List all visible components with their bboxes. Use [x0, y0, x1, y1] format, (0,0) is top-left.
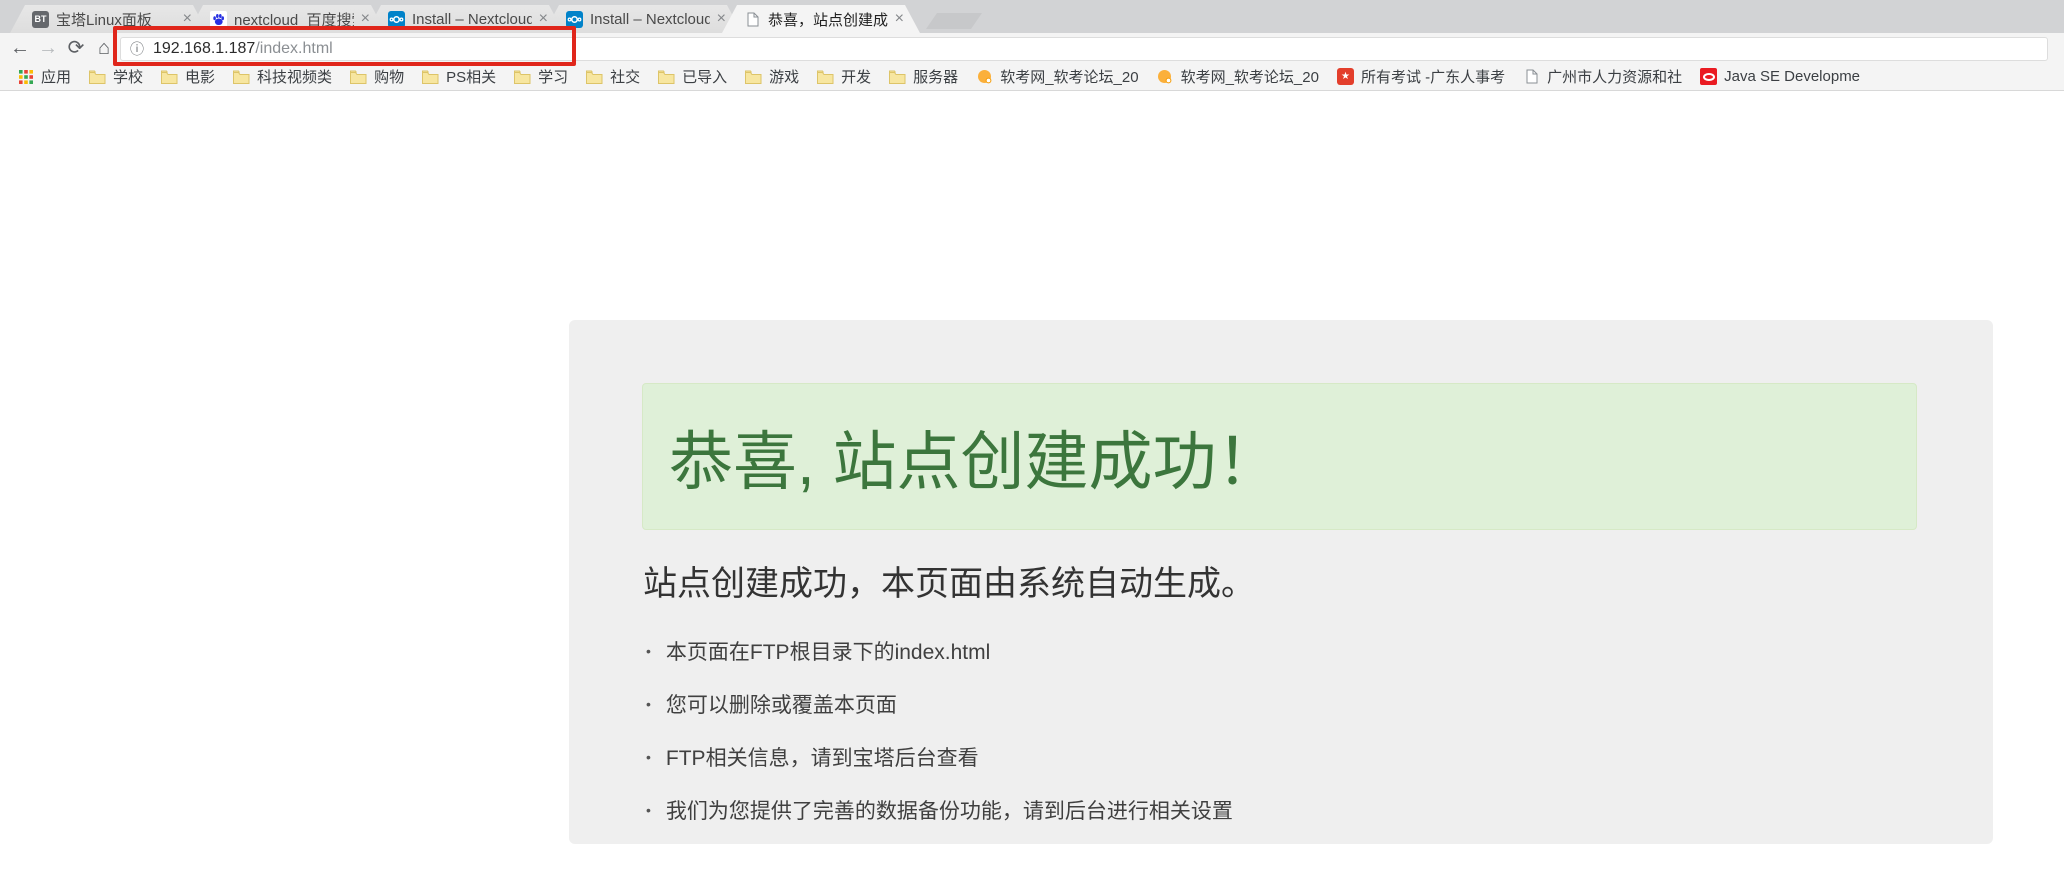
nextcloud-favicon: [566, 11, 583, 28]
bookmark-folder-school[interactable]: 学校: [80, 66, 152, 87]
bookmark-ruankao-1[interactable]: 软考网_软考论坛_20: [967, 66, 1147, 87]
bookmark-folder-study[interactable]: 学习: [505, 66, 577, 87]
forward-icon[interactable]: →: [34, 33, 62, 63]
page-favicon: [744, 11, 761, 28]
url-host: 192.168.1.187: [153, 40, 255, 58]
bookmark-label: 开发: [841, 66, 871, 87]
banner-title: 恭喜, 站点创建成功！: [669, 411, 1281, 503]
bookmark-guangzhou-hr[interactable]: 广州市人力资源和社: [1514, 66, 1691, 87]
new-tab-button[interactable]: [926, 13, 982, 29]
bookmark-label: 所有考试 -广东人事考: [1361, 66, 1505, 87]
tab-title: 恭喜，站点创建成功！: [768, 9, 888, 30]
tab-install-nextcloud-2[interactable]: Install – Nextcloud ×: [544, 5, 742, 33]
nextcloud-favicon: [388, 11, 405, 28]
bookmark-label: 广州市人力资源和社: [1547, 66, 1682, 87]
folder-icon: [422, 68, 439, 85]
folder-icon: [89, 68, 106, 85]
star-favicon: ★: [1337, 68, 1354, 85]
bookmark-label: 科技视频类: [257, 66, 332, 87]
url-path: /index.html: [255, 40, 332, 58]
bookmark-label: Java SE Developme: [1724, 68, 1860, 85]
home-icon[interactable]: ⌂: [90, 33, 118, 63]
bookmark-folder-social[interactable]: 社交: [577, 66, 649, 87]
list-item: 本页面在FTP根目录下的index.html: [646, 636, 1993, 666]
bookmark-label: 服务器: [913, 66, 958, 87]
address-bar[interactable]: ⓘ 192.168.1.187/index.html: [120, 37, 2048, 61]
bookmark-exams[interactable]: ★ 所有考试 -广东人事考: [1328, 66, 1514, 87]
bookmark-java-se[interactable]: Java SE Developme: [1691, 68, 1869, 85]
close-icon[interactable]: ×: [539, 11, 548, 27]
ruankao-favicon: [976, 68, 993, 85]
success-banner: 恭喜, 站点创建成功！: [642, 383, 1917, 530]
reload-icon[interactable]: ⟳: [62, 33, 90, 63]
folder-icon: [161, 68, 178, 85]
close-icon[interactable]: ×: [183, 11, 192, 27]
bookmark-folder-ps[interactable]: PS相关: [413, 66, 505, 87]
bookmark-folder-movies[interactable]: 电影: [152, 66, 224, 87]
close-icon[interactable]: ×: [717, 11, 726, 27]
bookmark-label: 已导入: [682, 66, 727, 87]
success-card: 恭喜, 站点创建成功！ 站点创建成功，本页面由系统自动生成。 本页面在FTP根目…: [569, 320, 1993, 844]
list-item: 您可以删除或覆盖本页面: [646, 689, 1993, 719]
bookmark-apps[interactable]: 应用: [8, 66, 80, 87]
bookmark-folder-tech-video[interactable]: 科技视频类: [224, 66, 341, 87]
tab-baidu-search[interactable]: nextcloud_百度搜索 ×: [188, 5, 386, 33]
ruankao-favicon: [1157, 68, 1174, 85]
folder-icon: [658, 68, 675, 85]
page-info-icon[interactable]: ⓘ: [130, 39, 144, 59]
folder-icon: [745, 68, 762, 85]
tab-title: Install – Nextcloud: [590, 11, 710, 28]
folder-icon: [586, 68, 603, 85]
tab-title: 宝塔Linux面板: [56, 9, 176, 30]
list-item: FTP相关信息，请到宝塔后台查看: [646, 742, 1993, 772]
page-content: 恭喜, 站点创建成功！ 站点创建成功，本页面由系统自动生成。 本页面在FTP根目…: [0, 92, 2064, 887]
bookmark-label: 社交: [610, 66, 640, 87]
folder-icon: [889, 68, 906, 85]
bookmark-folder-shopping[interactable]: 购物: [341, 66, 413, 87]
baota-favicon: BT: [32, 11, 49, 28]
bookmark-label: 学习: [538, 66, 568, 87]
folder-icon: [233, 68, 250, 85]
list-item: 我们为您提供了完善的数据备份功能，请到后台进行相关设置: [646, 795, 1993, 825]
bookmark-folder-server[interactable]: 服务器: [880, 66, 967, 87]
bookmark-label: 游戏: [769, 66, 799, 87]
bookmark-folder-dev[interactable]: 开发: [808, 66, 880, 87]
browser-window: BT 宝塔Linux面板 × nextcloud_百度搜索 × Instal: [0, 0, 2064, 887]
tab-site-created[interactable]: 恭喜，站点创建成功！ ×: [722, 5, 920, 33]
folder-icon: [514, 68, 531, 85]
close-icon[interactable]: ×: [361, 11, 370, 27]
bookmark-label: 应用: [41, 66, 71, 87]
toolbar: ← → ⟳ ⌂ ⓘ 192.168.1.187/index.html: [0, 33, 2064, 63]
bookmark-label: 软考网_软考论坛_20: [1181, 66, 1319, 87]
bookmark-label: 软考网_软考论坛_20: [1000, 66, 1138, 87]
tab-strip: BT 宝塔Linux面板 × nextcloud_百度搜索 × Instal: [0, 0, 2064, 33]
apps-grid-icon: [17, 68, 34, 85]
baidu-favicon: [210, 11, 227, 28]
oracle-favicon: [1700, 68, 1717, 85]
tab-baota-panel[interactable]: BT 宝塔Linux面板 ×: [10, 5, 208, 33]
page-favicon: [1523, 68, 1540, 85]
tab-title: nextcloud_百度搜索: [234, 9, 354, 30]
back-icon[interactable]: ←: [6, 33, 34, 63]
page-subtitle: 站点创建成功，本页面由系统自动生成。: [643, 556, 1993, 605]
bookmark-folder-imported[interactable]: 已导入: [649, 66, 736, 87]
info-list: 本页面在FTP根目录下的index.html 您可以删除或覆盖本页面 FTP相关…: [646, 636, 1993, 825]
tab-title: Install – Nextcloud: [412, 11, 532, 28]
bookmark-label: 学校: [113, 66, 143, 87]
bookmark-ruankao-2[interactable]: 软考网_软考论坛_20: [1148, 66, 1328, 87]
bookmark-folder-games[interactable]: 游戏: [736, 66, 808, 87]
bookmark-label: 电影: [185, 66, 215, 87]
folder-icon: [817, 68, 834, 85]
close-icon[interactable]: ×: [895, 11, 904, 27]
bookmark-label: PS相关: [446, 66, 496, 87]
bookmark-label: 购物: [374, 66, 404, 87]
bookmarks-bar: 应用 学校 电影 科技视频类 购物 PS相关 学习 社交: [0, 63, 2064, 91]
tab-install-nextcloud-1[interactable]: Install – Nextcloud ×: [366, 5, 564, 33]
folder-icon: [350, 68, 367, 85]
